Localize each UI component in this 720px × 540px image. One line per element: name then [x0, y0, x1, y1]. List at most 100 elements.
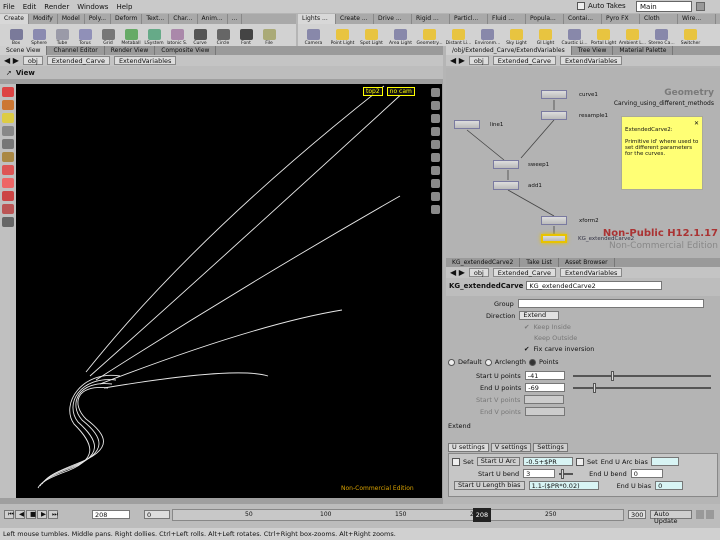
move-tool-icon[interactable] — [2, 100, 14, 110]
shelf-tool-3[interactable]: Torus — [75, 29, 95, 46]
shelf-light-tool-11[interactable]: Ambient L... — [619, 29, 646, 46]
tab-v-settings[interactable]: V settings — [490, 443, 532, 452]
range-end-field[interactable]: 300 — [628, 510, 646, 519]
path-sub[interactable]: ExtendVariables — [113, 56, 177, 65]
take-menu-icon[interactable] — [696, 2, 705, 11]
display-icon-3[interactable] — [431, 114, 440, 123]
shelf-tab-right-2[interactable]: Drive ... — [374, 14, 412, 24]
current-frame-field[interactable]: 208 — [92, 510, 130, 519]
shelf-tab-right-4[interactable]: Particl... — [450, 14, 488, 24]
param-path-sub[interactable]: ExtendVariables — [559, 268, 623, 277]
view-arrow-icon[interactable]: ➚ — [6, 69, 12, 77]
end-u-arc-bias-field[interactable] — [650, 457, 679, 466]
display-icon-1[interactable] — [431, 88, 440, 97]
keep-inside-check-icon[interactable]: ✔ — [524, 323, 529, 331]
tab-take-list[interactable]: Take List — [520, 258, 559, 267]
camera-tool-icon[interactable] — [2, 178, 14, 188]
shelf-tab-poly[interactable]: Poly... — [85, 14, 112, 24]
pose-tool-icon[interactable] — [2, 152, 14, 162]
group-field[interactable] — [517, 299, 704, 308]
set-start-arc-checkbox[interactable] — [452, 457, 460, 466]
timeline-track[interactable]: 50 100 150 200 250 208 — [172, 508, 624, 522]
shelf-tab-model[interactable]: Model — [58, 14, 85, 24]
note-close-icon[interactable]: ✕ — [625, 120, 699, 127]
shelf-tab-char[interactable]: Char... — [169, 14, 198, 24]
tab-kg-extendedcarve[interactable]: KG_extendedCarve2 — [446, 258, 521, 267]
keep-outside-label[interactable]: Keep Outside — [534, 334, 577, 342]
menu-render[interactable]: Render — [44, 3, 69, 11]
mode-arclength-radio[interactable] — [484, 358, 492, 366]
shelf-tab-create[interactable]: Create — [0, 14, 29, 24]
node-add1[interactable] — [493, 181, 519, 190]
shelf-light-tool-4[interactable]: Geometry... — [416, 29, 443, 46]
shelf-tab-text[interactable]: Text... — [142, 14, 170, 24]
net-nav-arrow-icon[interactable]: ◀ ▶ — [450, 56, 465, 65]
start-u-length-bias-field[interactable]: 1.1-($PR*0.02) — [528, 481, 599, 490]
node-xform2[interactable] — [541, 216, 567, 225]
shelf-tab-right-7[interactable]: Contai... — [564, 14, 602, 24]
light-tool-icon[interactable] — [2, 191, 14, 201]
menu-file[interactable]: File — [3, 3, 15, 11]
shelf-light-tool-1[interactable]: Point Light — [329, 29, 356, 46]
play-reverse-icon[interactable]: ◀ — [15, 510, 25, 519]
start-u-bend-field[interactable]: 3 — [523, 469, 556, 478]
timeline-cursor[interactable]: 208 — [473, 508, 491, 522]
shelf-tool-7[interactable]: Platonic S... — [167, 29, 187, 46]
shelf-light-tool-2[interactable]: Spot Light — [358, 29, 385, 46]
shelf-tool-2[interactable]: Tube — [52, 29, 72, 46]
shelf-light-tool-5[interactable]: Distant Li... — [445, 29, 472, 46]
shelf-tab-right-0[interactable]: Lights ... — [298, 14, 336, 24]
sound-icon[interactable] — [706, 510, 714, 519]
net-path-obj[interactable]: obj — [468, 56, 489, 65]
select-tool-icon[interactable] — [2, 87, 14, 97]
camera-top-tag[interactable]: top2 — [363, 87, 383, 96]
stop-icon[interactable]: ■ — [26, 510, 36, 519]
snap-tool-icon[interactable] — [2, 217, 14, 227]
display-icon-9[interactable] — [431, 192, 440, 201]
start-u-length-bias-button[interactable]: Start U Length bias — [454, 481, 525, 490]
shelf-tool-10[interactable]: Font — [236, 29, 256, 46]
shelf-tab-right-9[interactable]: Cloth — [640, 14, 678, 24]
net-path-node[interactable]: Extended_Carve — [492, 56, 556, 65]
path-node[interactable]: Extended_Carve — [46, 56, 110, 65]
shelf-light-tool-6[interactable]: Environm... — [474, 29, 501, 46]
start-u-bend-slider[interactable] — [559, 468, 574, 479]
shelf-tab-right-1[interactable]: Create ... — [336, 14, 374, 24]
display-icon-4[interactable] — [431, 127, 440, 136]
network-editor[interactable]: Geometry Carving_using_different_methods… — [446, 68, 720, 258]
node-sweep1[interactable] — [493, 160, 519, 169]
menu-help[interactable]: Help — [116, 3, 132, 11]
display-icon-10[interactable] — [431, 205, 440, 214]
end-u-field[interactable]: -69 — [525, 383, 566, 392]
shelf-light-tool-12[interactable]: Stereo Ca... — [648, 29, 675, 46]
handle-tool-icon[interactable] — [2, 139, 14, 149]
take-select[interactable]: Main — [636, 1, 692, 12]
tab-render-view[interactable]: Render View — [105, 46, 156, 55]
node-line1[interactable] — [454, 120, 480, 129]
shelf-tool-0[interactable]: Box — [6, 29, 26, 46]
shelf-tool-11[interactable]: File — [259, 29, 279, 46]
end-u-length-bias-field[interactable]: 0 — [655, 481, 684, 490]
end-v-field[interactable] — [524, 407, 565, 416]
tab-settings[interactable]: Settings — [533, 443, 568, 452]
shelf-tool-5[interactable]: Metaball — [121, 29, 141, 46]
rotate-tool-icon[interactable] — [2, 113, 14, 123]
shelf-tab-deform[interactable]: Deform — [111, 14, 143, 24]
key-icon[interactable] — [696, 510, 704, 519]
end-u-bend-field[interactable]: 0 — [630, 469, 663, 478]
shelf-tool-1[interactable]: Sphere — [29, 29, 49, 46]
shelf-light-tool-13[interactable]: Switcher — [677, 29, 704, 46]
display-icon-7[interactable] — [431, 166, 440, 175]
shelf-light-tool-3[interactable]: Area Light — [387, 29, 414, 46]
mode-default-radio[interactable] — [448, 358, 455, 366]
display-icon-8[interactable] — [431, 179, 440, 188]
shelf-tab-right-10[interactable]: Wire... — [678, 14, 716, 24]
node-kg-extendedcarve2[interactable] — [541, 234, 567, 243]
viewport[interactable]: top2 no cam Non-Commercial Edition — [16, 84, 442, 498]
display-icon-2[interactable] — [431, 101, 440, 110]
tab-channel-editor[interactable]: Channel Editor — [47, 46, 105, 55]
display-icon-5[interactable] — [431, 140, 440, 149]
shelf-tab-right-3[interactable]: Rigid ... — [412, 14, 450, 24]
shelf-tab-anim[interactable]: Anim... — [198, 14, 228, 24]
display-icon-6[interactable] — [431, 153, 440, 162]
